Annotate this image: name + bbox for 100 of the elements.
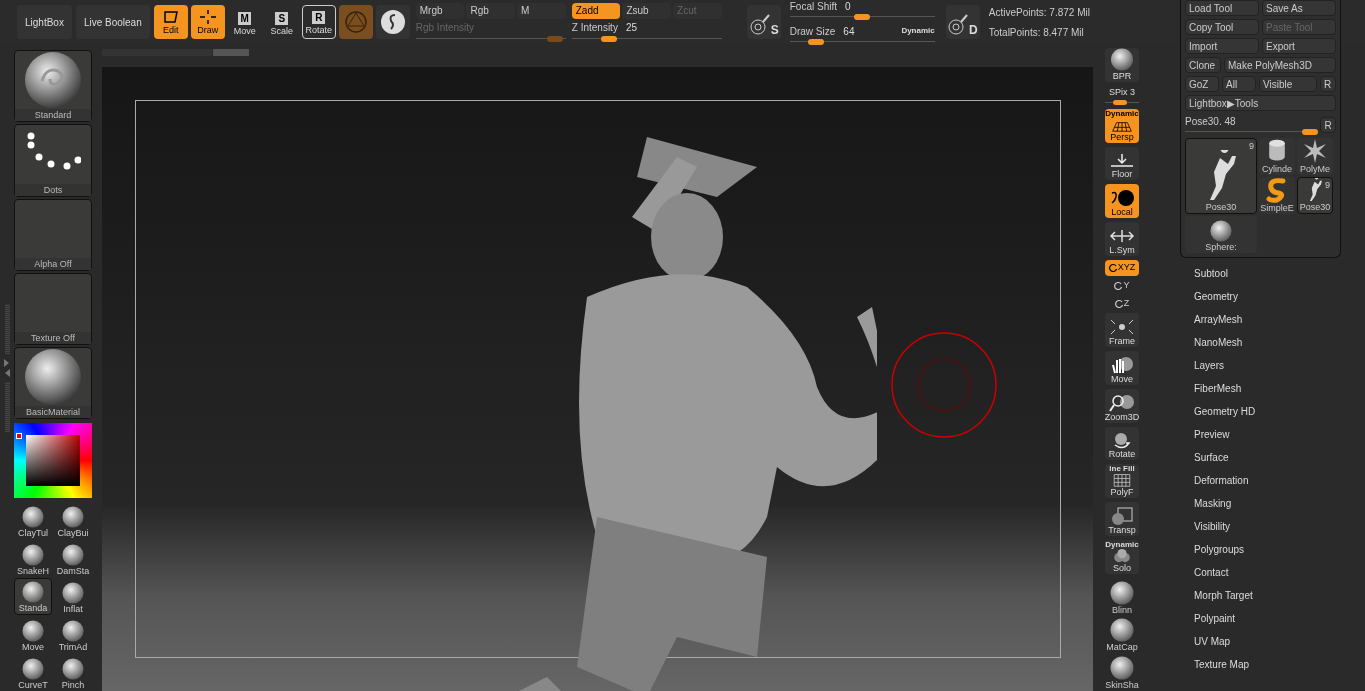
sculpt-mode-button[interactable]: Zadd bbox=[571, 2, 621, 19]
view-button[interactable]: L.Sym bbox=[1105, 221, 1139, 256]
channel-mode-button[interactable]: Mrgb bbox=[415, 2, 465, 19]
menu-item[interactable]: Geometry bbox=[1194, 285, 1345, 308]
material-item[interactable]: MatCap bbox=[1105, 615, 1139, 653]
slider-thumb[interactable] bbox=[854, 14, 871, 20]
draw-settings-button[interactable]: D bbox=[945, 5, 980, 39]
sculpt-mode-button[interactable]: Zsub bbox=[622, 2, 672, 19]
menu-item[interactable]: Surface bbox=[1194, 446, 1345, 469]
menu-item[interactable]: Contact bbox=[1194, 561, 1345, 584]
stroke-button[interactable]: S bbox=[746, 5, 781, 39]
material-item[interactable]: Blinn bbox=[1105, 578, 1139, 615]
brush-item[interactable]: Move bbox=[14, 616, 52, 653]
menu-item[interactable]: Visibility bbox=[1194, 515, 1345, 538]
slider-track[interactable] bbox=[1185, 129, 1317, 135]
tool-button[interactable]: Load Tool bbox=[1185, 0, 1259, 16]
draw-mode-button[interactable]: Edit bbox=[153, 5, 188, 39]
tool-button[interactable]: GoZ bbox=[1185, 76, 1219, 92]
tool-button[interactable]: R bbox=[1320, 76, 1336, 92]
view-button[interactable]: Rotate bbox=[1105, 426, 1139, 461]
mode-button[interactable]: Live Boolean bbox=[75, 5, 150, 39]
menu-item[interactable]: Geometry HD bbox=[1194, 400, 1345, 423]
draw-mode-button[interactable]: Draw bbox=[190, 5, 225, 39]
brush-item[interactable]: DamSta bbox=[54, 540, 92, 577]
menu-item[interactable]: FiberMesh bbox=[1194, 377, 1345, 400]
menu-item[interactable]: Morph Target bbox=[1194, 584, 1345, 607]
brush-item[interactable]: Inflat bbox=[54, 578, 92, 615]
axis-button[interactable]: Z bbox=[1111, 295, 1133, 312]
slider-thumb[interactable] bbox=[1302, 129, 1319, 135]
view-button[interactable]: Zoom3D bbox=[1105, 388, 1139, 423]
tool-thumbnail[interactable]: 9 Pose30 bbox=[1297, 177, 1333, 214]
slider-track[interactable] bbox=[415, 35, 566, 42]
slider-thumb[interactable] bbox=[807, 39, 824, 45]
channel-mode-button[interactable]: M bbox=[517, 2, 566, 19]
tool-button[interactable]: Export bbox=[1262, 38, 1336, 54]
tool-button[interactable]: Import bbox=[1185, 38, 1259, 54]
tool-button[interactable]: Clone bbox=[1185, 57, 1221, 73]
dynamic-toggle[interactable]: Dynamic bbox=[901, 25, 935, 37]
brush-item[interactable]: TrimAd bbox=[54, 616, 92, 653]
menu-item[interactable]: NanoMesh bbox=[1194, 331, 1345, 354]
mode-button[interactable]: LightBox bbox=[17, 5, 72, 39]
view-button[interactable]: BPR bbox=[1105, 48, 1139, 82]
tool-button[interactable]: Copy Tool bbox=[1185, 19, 1259, 35]
view-button[interactable]: Local bbox=[1105, 184, 1139, 218]
color-picker[interactable] bbox=[14, 423, 92, 498]
brush-item[interactable]: ClayBui bbox=[54, 502, 92, 539]
axis-button[interactable]: Y bbox=[1111, 277, 1133, 294]
reset-button[interactable]: R bbox=[1320, 116, 1336, 133]
tool-button[interactable]: All bbox=[1222, 76, 1256, 92]
tool-thumbnail[interactable]: Cylinde bbox=[1259, 138, 1295, 175]
axis-button[interactable]: XYZ bbox=[1105, 259, 1139, 276]
slider-track[interactable] bbox=[789, 39, 935, 45]
menu-item[interactable]: Layers bbox=[1194, 354, 1345, 377]
view-button[interactable]: Dynamic Persp bbox=[1105, 108, 1139, 143]
transform-button[interactable]: S Scale bbox=[264, 5, 299, 39]
view-button[interactable]: Frame bbox=[1105, 313, 1139, 348]
view-button[interactable]: ine Fill PolyF bbox=[1105, 464, 1139, 499]
shelf-slot[interactable]: BasicMaterial bbox=[14, 347, 92, 420]
brush-item[interactable]: CurveT bbox=[14, 654, 52, 691]
shelf-slot[interactable]: Alpha Off bbox=[14, 198, 92, 271]
view-button[interactable]: Dynamic Solo bbox=[1105, 540, 1139, 574]
view-button[interactable]: Move bbox=[1105, 351, 1139, 385]
transform-button[interactable]: R Rotate bbox=[301, 5, 336, 39]
menu-item[interactable]: UV Map bbox=[1194, 630, 1345, 653]
slider-thumb[interactable] bbox=[601, 35, 618, 42]
brush-item[interactable]: Pinch bbox=[54, 654, 92, 691]
shelf-slot[interactable]: Dots bbox=[14, 124, 92, 197]
menu-item[interactable]: Polypaint bbox=[1194, 607, 1345, 630]
transform-button[interactable]: M Move bbox=[227, 5, 262, 39]
brush-item[interactable]: ClayTul bbox=[14, 502, 52, 539]
view-button[interactable]: Transp bbox=[1105, 502, 1139, 536]
view-button[interactable]: Floor bbox=[1105, 146, 1139, 181]
slider-track[interactable] bbox=[571, 35, 722, 42]
menu-item[interactable]: Masking bbox=[1194, 492, 1345, 515]
color-marker[interactable] bbox=[16, 433, 22, 440]
menu-item[interactable]: ArrayMesh bbox=[1194, 308, 1345, 331]
menu-item[interactable]: Subtool bbox=[1194, 262, 1345, 285]
tool-thumbnail[interactable]: PolyMe bbox=[1297, 138, 1333, 175]
tool-thumbnail[interactable]: SimpleE bbox=[1259, 177, 1295, 214]
menu-item[interactable]: Polygroups bbox=[1194, 538, 1345, 561]
menu-item[interactable]: Texture Map bbox=[1194, 653, 1345, 676]
collapse-arrows-icon[interactable] bbox=[3, 357, 11, 378]
tool-button[interactable]: Make PolyMesh3D bbox=[1224, 57, 1336, 73]
tool-thumbnail[interactable]: 9 Pose30 bbox=[1185, 138, 1257, 214]
viewport[interactable] bbox=[102, 67, 1093, 691]
menu-item[interactable]: Preview bbox=[1194, 423, 1345, 446]
slider-thumb[interactable] bbox=[1113, 99, 1128, 105]
color-mode-button[interactable] bbox=[375, 5, 410, 39]
slider-track[interactable] bbox=[789, 14, 935, 20]
material-item[interactable]: SkinSha bbox=[1105, 653, 1139, 691]
tool-button[interactable]: Visible bbox=[1259, 76, 1317, 92]
brush-item[interactable]: SnakeH bbox=[14, 540, 52, 577]
channel-mode-button[interactable]: Rgb bbox=[466, 2, 516, 19]
shelf-slot[interactable]: Standard bbox=[14, 50, 92, 123]
brush-item[interactable]: Standa bbox=[14, 578, 52, 615]
menu-item[interactable]: Deformation bbox=[1194, 469, 1345, 492]
tool-thumbnail[interactable]: Sphere: bbox=[1185, 216, 1257, 253]
shelf-slot[interactable]: Texture Off bbox=[14, 272, 92, 345]
tool-button[interactable]: Lightbox▶Tools bbox=[1185, 95, 1336, 111]
tool-button[interactable]: Save As bbox=[1262, 0, 1336, 16]
